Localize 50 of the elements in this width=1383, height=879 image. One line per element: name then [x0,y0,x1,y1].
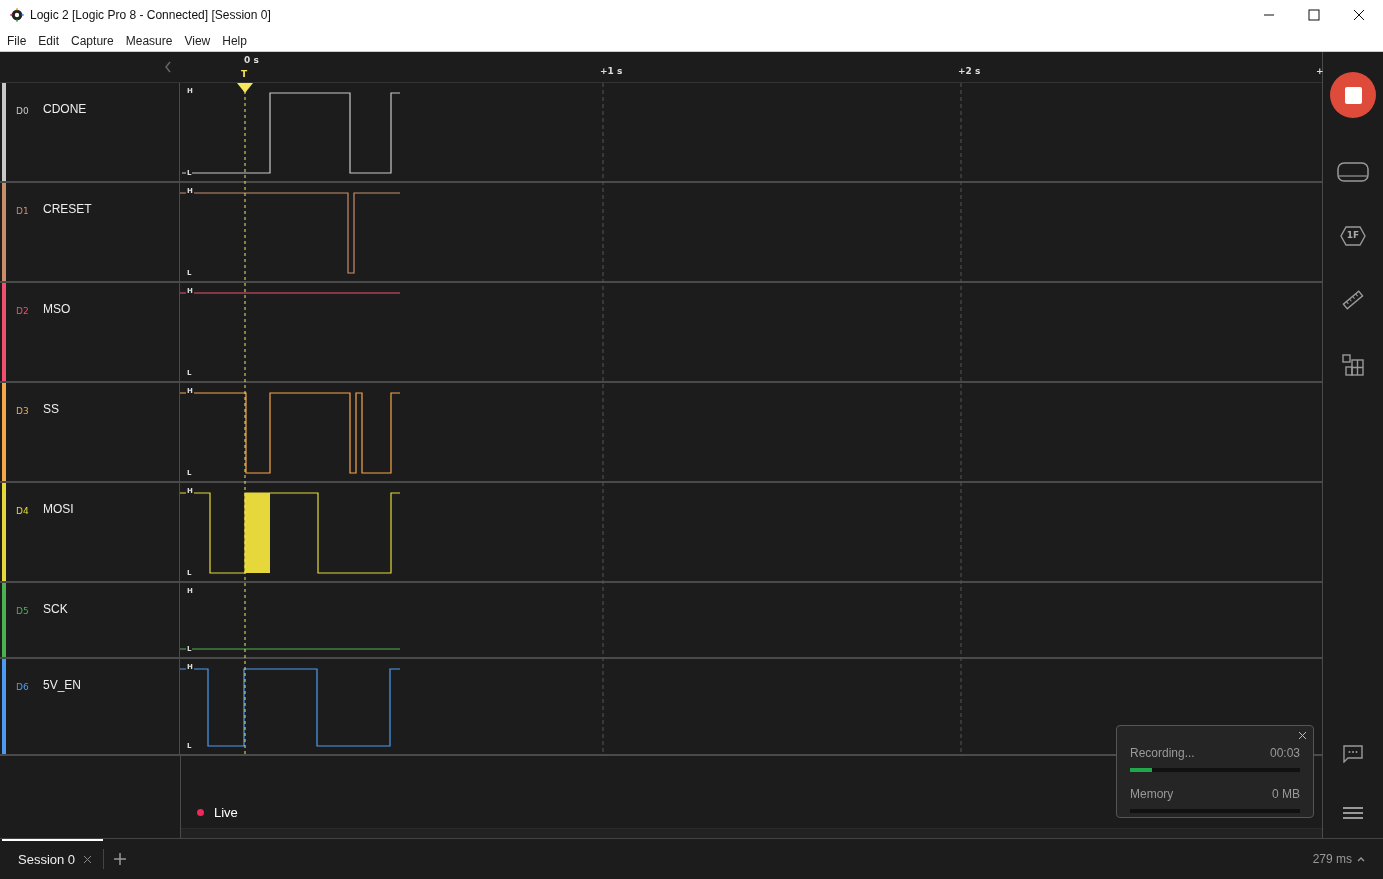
timing-label[interactable]: 279 ms [1312,852,1352,866]
menu-item[interactable]: Capture [71,33,114,48]
memory-value: 0 MB [1272,787,1300,801]
channel-id: D3 [16,406,30,416]
close-icon[interactable] [1299,732,1306,739]
channel-id: D2 [16,306,30,316]
stop-button[interactable] [1330,72,1376,118]
memory-label: Memory [1130,787,1174,801]
time-label: +2 s [958,66,981,76]
chevron-left-icon[interactable] [164,61,172,73]
recording-time: 00:03 [1269,746,1300,760]
menu-item[interactable]: Help [222,33,247,48]
scrollbar-track[interactable] [181,828,1322,838]
channel-name[interactable]: SS [43,402,59,416]
trigger-marker-icon[interactable] [237,83,253,93]
extensions-icon[interactable] [1342,354,1364,376]
menu-icon[interactable] [1343,806,1363,820]
channel-name[interactable]: CRESET [43,202,92,216]
analyzers-icon[interactable]: 1F [1340,226,1366,246]
channel-name[interactable]: CDONE [43,102,87,116]
live-label: Live [214,804,238,820]
channel-id: D5 [16,606,30,616]
channel-id: D1 [16,206,30,216]
add-icon[interactable] [114,853,126,865]
window-title: Logic 2 [Logic Pro 8 - Connected] [Session 0] [30,8,271,22]
channel-id: D0 [16,106,30,116]
maximize-icon[interactable] [1308,9,1320,21]
recording-status: Recording... [1130,746,1195,760]
menu-item[interactable]: Measure [125,33,173,48]
menu-item[interactable]: File [7,33,27,48]
session-tab[interactable]: Session 0 [2,838,103,879]
menu-item[interactable]: Edit [38,33,60,48]
menu-item[interactable]: View [184,33,211,48]
comment-icon[interactable] [1343,745,1363,763]
channel-name[interactable]: 5V_EN [43,678,82,692]
channel-name[interactable]: MOSI [43,502,74,516]
time-label: +1 s [600,66,623,76]
app-logo-icon [10,8,24,22]
ruler-icon[interactable] [1342,289,1364,311]
channel-name[interactable]: MSO [43,302,71,316]
channel-id: D6 [16,682,30,692]
time-label: 0 s [244,55,259,65]
live-indicator-dot [197,808,204,816]
caret-up-icon[interactable] [1357,856,1365,862]
channel-id: D4 [16,506,30,516]
device-icon[interactable] [1337,161,1369,183]
trigger-label: T [241,69,248,79]
close-icon[interactable] [1353,9,1365,21]
time-label: + [1316,66,1324,76]
channel-name[interactable]: SCK [43,602,68,616]
